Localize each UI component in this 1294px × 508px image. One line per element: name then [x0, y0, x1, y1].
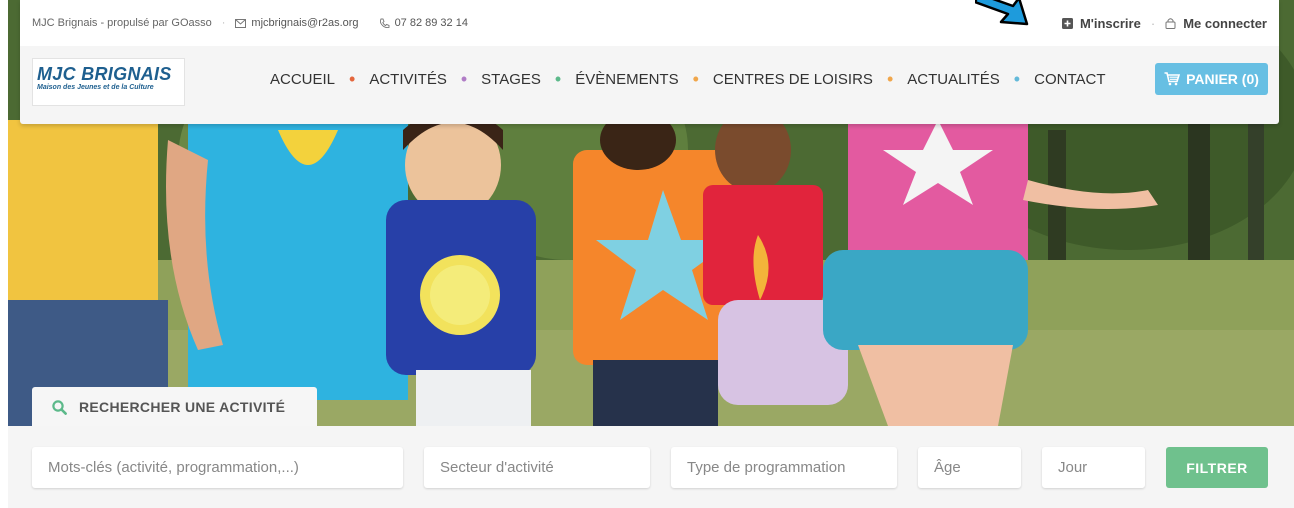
register-link[interactable]: M'inscrire — [1061, 16, 1141, 31]
nav-item-stages[interactable]: STAGES — [481, 71, 541, 88]
pointer-arrow-icon — [975, 0, 1029, 26]
logo-tagline: Maison des Jeunes et de la Culture — [37, 84, 154, 91]
plus-square-icon — [1061, 17, 1073, 29]
page: MJC Brignais - propulsé par GOasso · mjc… — [0, 0, 1294, 508]
account-links: M'inscrire · Me connecter — [1061, 15, 1267, 31]
search-icon — [52, 399, 67, 415]
search-tab-label: RECHERCHER UNE ACTIVITÉ — [79, 399, 286, 415]
nav-dot: • — [692, 69, 699, 89]
top-bar: MJC Brignais - propulsé par GOasso · mjc… — [20, 0, 1279, 46]
cart-label: PANIER (0) — [1186, 71, 1259, 87]
nav-item-activites[interactable]: ACTIVITÉS — [369, 71, 447, 88]
site-header: MJC Brignais - propulsé par GOasso · mjc… — [20, 0, 1279, 124]
nav-item-evenements[interactable]: ÉVÈNEMENTS — [575, 71, 678, 88]
keywords-input[interactable] — [32, 447, 403, 488]
nav-dot: • — [554, 69, 562, 89]
sector-select[interactable] — [424, 447, 650, 488]
nav-item-accueil[interactable]: ACCUEIL — [270, 71, 335, 88]
main-nav: MJC BRIGNAIS Maison des Jeunes et de la … — [20, 46, 1279, 124]
phone-contact[interactable]: 07 82 89 32 14 — [379, 17, 468, 29]
lock-icon — [1165, 18, 1176, 29]
nav-item-contact[interactable]: CONTACT — [1034, 71, 1105, 88]
nav-item-centres-de-loisirs[interactable]: CENTRES DE LOISIRS — [713, 71, 873, 88]
separator: · — [221, 17, 226, 29]
nav-item-actualites[interactable]: ACTUALITÉS — [907, 71, 1000, 88]
separator: · — [1150, 15, 1156, 31]
register-label[interactable]: M'inscrire — [1080, 16, 1141, 31]
cart-icon — [1164, 72, 1181, 86]
nav-dot: • — [460, 69, 468, 89]
menu: ACCUEIL • ACTIVITÉS • STAGES • ÉVÈNEMENT… — [270, 46, 1106, 112]
day-select[interactable] — [1042, 447, 1145, 488]
login-link[interactable]: Me connecter — [1165, 16, 1267, 31]
logo-name: MJC BRIGNAIS — [37, 64, 172, 84]
nav-dot: • — [1013, 69, 1021, 89]
nav-dot: • — [886, 69, 894, 89]
age-select[interactable] — [918, 447, 1021, 488]
phone-text[interactable]: 07 82 89 32 14 — [395, 17, 468, 29]
nav-dot: • — [349, 69, 356, 89]
site-logo[interactable]: MJC BRIGNAIS Maison des Jeunes et de la … — [32, 58, 185, 106]
envelope-icon — [235, 18, 247, 28]
cart-button[interactable]: PANIER (0) — [1155, 63, 1268, 95]
email-text[interactable]: mjcbrignais@r2as.org — [251, 17, 358, 29]
site-attribution: MJC Brignais - propulsé par GOasso — [32, 17, 212, 29]
filter-button[interactable]: FILTRER — [1166, 447, 1268, 488]
email-contact[interactable]: mjcbrignais@r2as.org — [235, 17, 359, 29]
login-label[interactable]: Me connecter — [1183, 16, 1267, 31]
search-activity-tab[interactable]: RECHERCHER UNE ACTIVITÉ — [32, 387, 317, 427]
phone-icon — [379, 18, 390, 28]
programming-type-select[interactable] — [671, 447, 897, 488]
